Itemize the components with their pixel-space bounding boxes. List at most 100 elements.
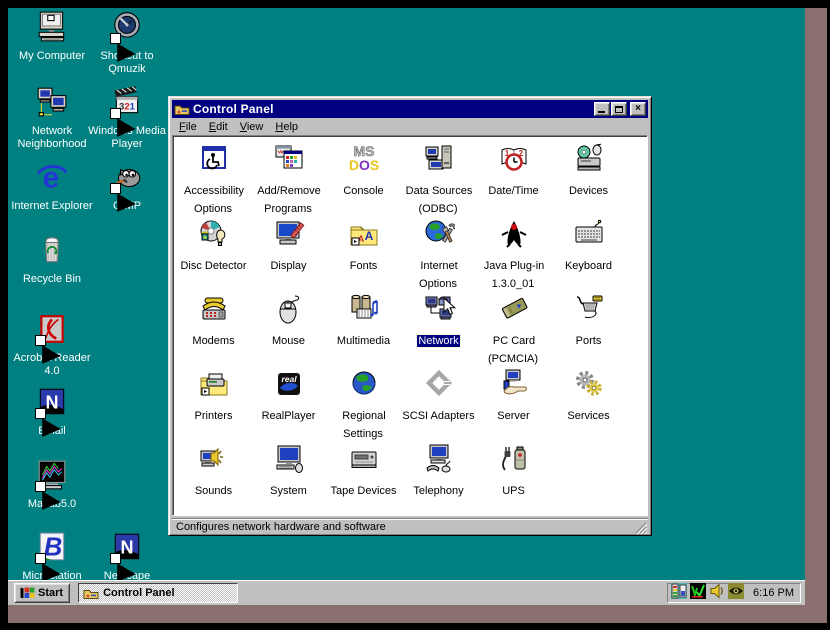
shortcut-arrow-overlay (110, 33, 121, 44)
svg-text:A: A (364, 229, 373, 243)
menu-view[interactable]: View (234, 119, 270, 135)
cpl-item-java-plug-in-1-3-0-01[interactable]: Java Plug-in 1.3.0_01 (476, 215, 551, 290)
desktop-icon-windows-media-player[interactable]: 321Windows Media Player (83, 85, 171, 151)
netscape-icon: N (110, 530, 144, 564)
microstation-icon: B (35, 530, 69, 564)
devices-icon (573, 143, 605, 175)
monitor-bezel-bottom (8, 605, 827, 623)
cpl-item-mouse[interactable]: Mouse (251, 290, 326, 365)
cpl-item-printers[interactable]: Printers (176, 365, 251, 440)
services-icon (573, 368, 605, 400)
cpl-item-label: Ports (575, 335, 603, 347)
virus-shield-icon[interactable] (690, 586, 706, 603)
cpl-item-services[interactable]: Services (551, 365, 626, 440)
menu-bar: FileEditViewHelp (172, 118, 648, 135)
fonts-icon: AA (348, 218, 380, 250)
windows-media-player-icon: 321 (110, 85, 144, 119)
cpl-item-label: Network (417, 335, 459, 347)
gimp-icon (110, 160, 144, 194)
control-panel-window: Control Panel × FileEditViewHelp Accessi… (168, 96, 652, 536)
cpl-item-network[interactable]: Network (401, 290, 476, 365)
mouse-icon (273, 293, 305, 325)
close-button[interactable]: × (630, 102, 646, 116)
minimize-button[interactable] (594, 102, 610, 116)
desktop-icon-recycle-bin[interactable]: Recycle Bin (8, 233, 96, 286)
sounds-icon (198, 443, 230, 475)
start-button[interactable]: Start (14, 583, 70, 603)
cpl-item-system[interactable]: System (251, 440, 326, 515)
ups-icon (498, 443, 530, 475)
telephony-icon (423, 443, 455, 475)
cpl-item-accessibility-options[interactable]: Accessibility Options (176, 140, 251, 215)
desktop-icon-acrobat-reader-4-0[interactable]: Acrobat Reader 4.0 (8, 312, 96, 378)
cpl-item-sounds[interactable]: Sounds (176, 440, 251, 515)
monitor-bezel-right (805, 8, 827, 623)
email-icon: N (35, 385, 69, 419)
shortcut-arrow-overlay (35, 335, 46, 346)
menu-help[interactable]: Help (269, 119, 304, 135)
ports-icon (573, 293, 605, 325)
cpl-item-pc-card-pcmcia[interactable]: PC Card (PCMCIA) (476, 290, 551, 365)
cpl-item-modems[interactable]: Modems (176, 290, 251, 365)
matlab5-0-icon (35, 458, 69, 492)
cpl-item-realplayer[interactable]: realRealPlayer (251, 365, 326, 440)
desktop-icon-shortcut-to-qmuzik[interactable]: Shortcut to Qmuzik (83, 10, 171, 76)
taskbar: Start Control Panel 6:16 PM (8, 580, 805, 605)
cpl-item-label: Keyboard (564, 260, 613, 272)
network-neighborhood-icon (35, 85, 69, 119)
desktop-icon-gimp[interactable]: GIMP (83, 160, 171, 213)
cpl-item-date-time[interactable]: 12Date/Time (476, 140, 551, 215)
printers-icon (198, 368, 230, 400)
internet-explorer-icon: e (35, 160, 69, 194)
cpl-item-internet-options[interactable]: Internet Options (401, 215, 476, 290)
cpl-item-keyboard[interactable]: Keyboard (551, 215, 626, 290)
desktop-icon-email[interactable]: NEmail (8, 385, 96, 438)
cpl-item-label: Sounds (194, 485, 233, 497)
desktop-icon-netscape[interactable]: NNetscape (83, 530, 171, 583)
resize-grip[interactable] (635, 522, 648, 535)
client-area: Accessibility OptionsAdd/Remove Programs… (172, 135, 648, 516)
shortcut-arrow-overlay (110, 108, 121, 119)
cpl-item-data-sources-odbc[interactable]: Data Sources (ODBC) (401, 140, 476, 215)
cpl-item-display[interactable]: Display (251, 215, 326, 290)
accessibility-options-icon (198, 143, 230, 175)
menu-edit[interactable]: Edit (203, 119, 234, 135)
volume-icon[interactable] (709, 586, 725, 603)
window-title: Control Panel (193, 102, 593, 116)
resource-meter-icon[interactable] (671, 586, 687, 603)
svg-text:DOS: DOS (348, 157, 378, 173)
cpl-item-label: Add/Remove Programs (256, 185, 321, 215)
maximize-icon (615, 106, 623, 113)
cpl-item-ports[interactable]: Ports (551, 290, 626, 365)
display-adapter-icon[interactable] (728, 586, 744, 603)
cpl-item-server[interactable]: Server (476, 365, 551, 440)
cpl-item-label: Devices (568, 185, 609, 197)
cpl-item-regional-settings[interactable]: Regional Settings (326, 365, 401, 440)
cpl-item-multimedia[interactable]: Multimedia (326, 290, 401, 365)
cpl-item-scsi-adapters[interactable]: SCSI Adapters (401, 365, 476, 440)
modems-icon (198, 293, 230, 325)
keyboard-icon (573, 218, 605, 250)
taskbar-task-control-panel[interactable]: Control Panel (78, 583, 238, 603)
cpl-item-console[interactable]: MSDOSConsole (326, 140, 401, 215)
cpl-item-label: Disc Detector (179, 260, 247, 272)
cpl-item-fonts[interactable]: AAFonts (326, 215, 401, 290)
cpl-item-label: System (269, 485, 308, 497)
desktop-icon-label: Recycle Bin (8, 273, 96, 286)
menu-file[interactable]: File (173, 119, 203, 135)
cpl-item-ups[interactable]: UPS (476, 440, 551, 515)
cpl-item-label: RealPlayer (261, 410, 317, 422)
cpl-item-tape-devices[interactable]: Tape Devices (326, 440, 401, 515)
title-bar[interactable]: Control Panel × (172, 100, 648, 118)
desktop-icon-matlab5-0[interactable]: Matlab5.0 (8, 458, 96, 511)
shortcut-arrow-overlay (35, 481, 46, 492)
cpl-item-devices[interactable]: Devices (551, 140, 626, 215)
cpl-item-telephony[interactable]: Telephony (401, 440, 476, 515)
cpl-item-label: Services (566, 410, 610, 422)
cpl-item-disc-detector[interactable]: Disc Detector (176, 215, 251, 290)
cpl-item-add-remove-programs[interactable]: Add/Remove Programs (251, 140, 326, 215)
mouse-cursor (443, 297, 457, 317)
regional-settings-icon (348, 368, 380, 400)
maximize-button[interactable] (611, 102, 627, 116)
cpl-item-label: Multimedia (336, 335, 391, 347)
